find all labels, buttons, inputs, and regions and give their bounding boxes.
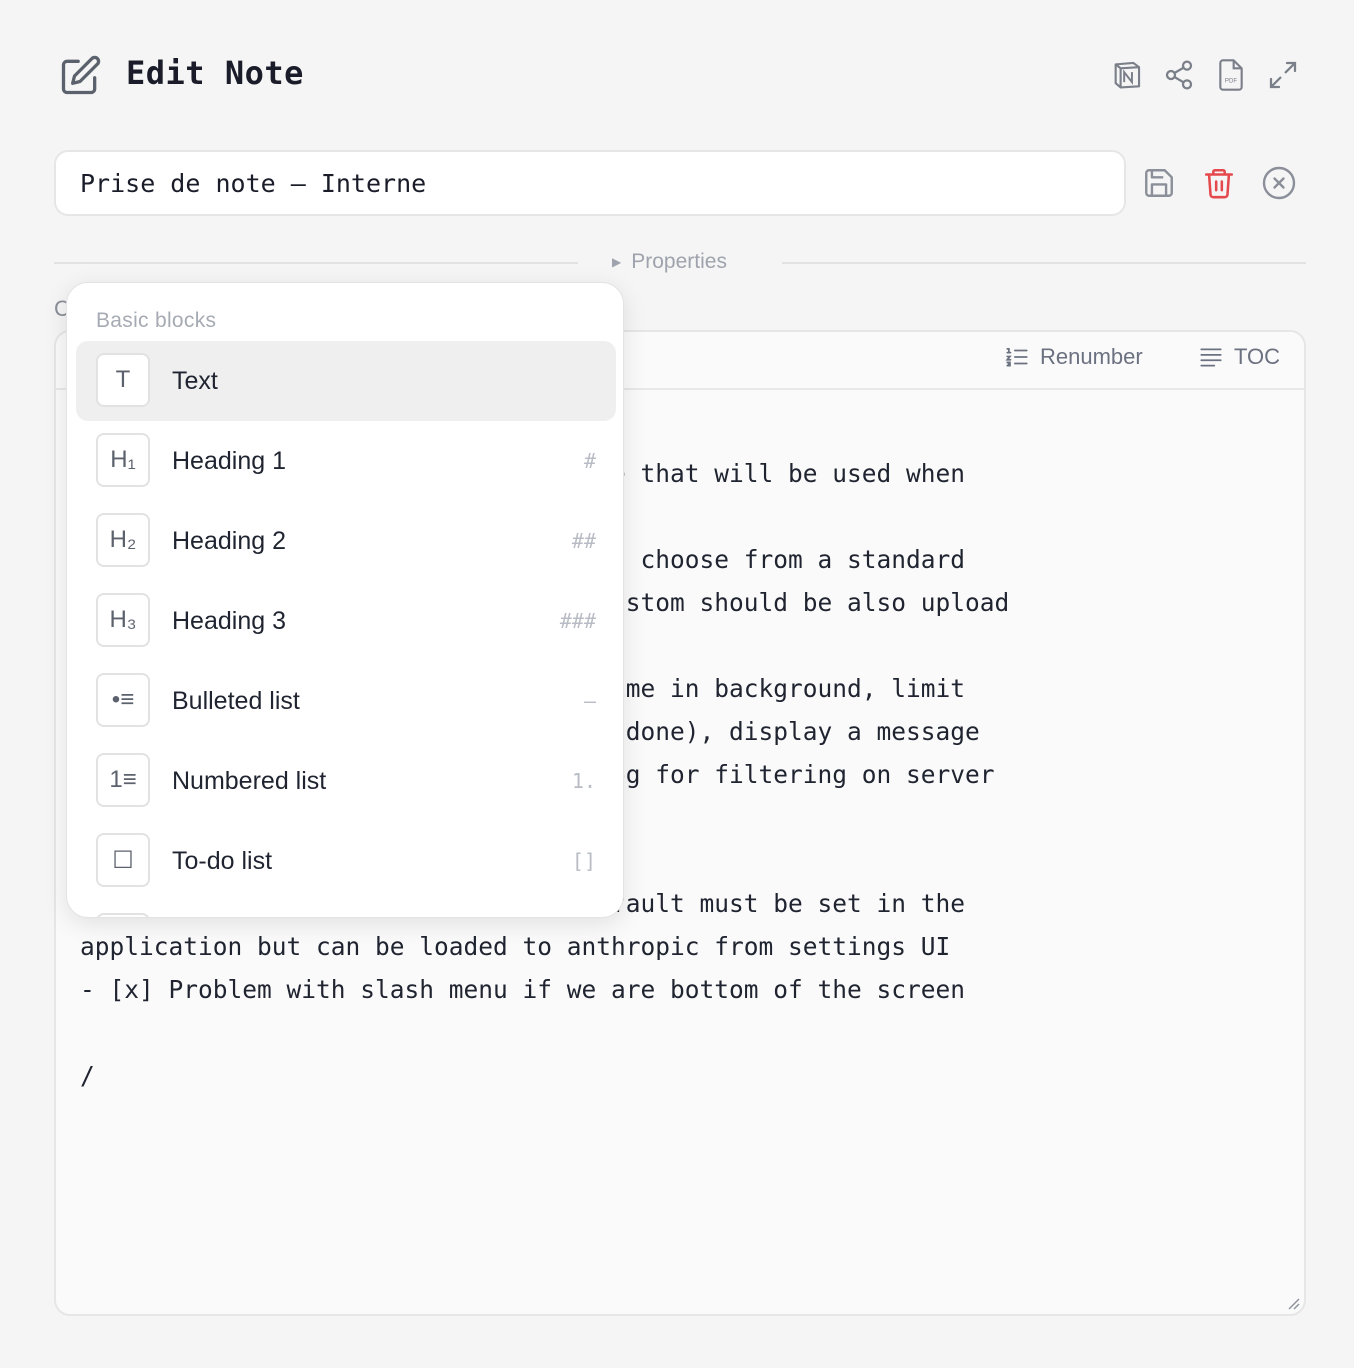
menu-item-label: Text (172, 367, 218, 395)
delete-button[interactable] (1200, 162, 1238, 204)
properties-label: Properties (631, 250, 727, 273)
expand-button[interactable] (1266, 56, 1300, 94)
svg-text:PDF: PDF (1225, 77, 1238, 84)
share-icon (1165, 60, 1193, 90)
renumber-label: Renumber (1040, 344, 1143, 369)
trash-icon (1204, 168, 1234, 199)
properties-toggle[interactable]: ▶ Properties (612, 250, 727, 274)
menu-item-shortcut: # (583, 449, 596, 473)
menu-item-bulleted-list[interactable]: •≡ Bulleted list – (76, 661, 616, 741)
pdf-export-button[interactable]: PDF (1214, 56, 1248, 94)
menu-item-shortcut: ## (571, 529, 596, 553)
menu-item-label: Heading 2 (172, 527, 286, 555)
block-type-icon: •≡ (96, 673, 150, 727)
properties-divider-right (782, 262, 1306, 264)
menu-item-heading-1[interactable]: H₁ Heading 1 # (76, 421, 616, 501)
menu-item-partial[interactable] (76, 901, 616, 917)
expand-icon (1269, 61, 1297, 89)
page-title: Edit Note (126, 54, 304, 92)
menu-item-heading-3[interactable]: H₃ Heading 3 ### (76, 581, 616, 661)
block-type-icon: 1≡ (96, 753, 150, 807)
toc-button[interactable]: TOC (1198, 344, 1280, 370)
close-button[interactable] (1260, 162, 1298, 204)
save-button[interactable] (1140, 162, 1178, 204)
resize-handle-icon[interactable] (1284, 1294, 1300, 1310)
menu-item-shortcut: ### (559, 609, 596, 633)
menu-item-label: Numbered list (172, 767, 327, 795)
block-type-icon: ☐ (96, 833, 150, 887)
renumber-button[interactable]: Renumber (1004, 344, 1143, 370)
save-icon (1145, 169, 1173, 197)
header-actions: PDF (1110, 56, 1300, 94)
slash-command-menu: Basic blocks T Text H₁ Heading 1 # H₂ Heading … (66, 282, 624, 918)
menu-item-shortcut: 1. (571, 769, 596, 793)
list-ordered-icon (1005, 348, 1028, 367)
toc-label: TOC (1234, 344, 1281, 369)
note-title-input[interactable] (54, 150, 1126, 216)
block-type-icon: H₃ (96, 593, 150, 647)
menu-item-label: To-do list (172, 847, 273, 875)
block-type-icon: T (96, 353, 150, 407)
properties-divider-left (54, 262, 578, 264)
block-type-icon: H₁ (96, 433, 150, 487)
close-circle-icon (1262, 166, 1296, 200)
menu-item-label: Heading 3 (172, 607, 286, 635)
toc-icon (1200, 348, 1222, 367)
notion-export-button[interactable] (1110, 56, 1144, 94)
caret-right-icon: ▶ (612, 255, 622, 269)
share-button[interactable] (1162, 56, 1196, 94)
block-type-icon (96, 913, 150, 917)
menu-item-text[interactable]: T Text (76, 341, 616, 421)
editor-line[interactable]: / (80, 1054, 1280, 1097)
pdf-icon: PDF (1219, 59, 1243, 91)
title-row-actions (1140, 162, 1298, 204)
menu-group-label: Basic blocks (96, 309, 217, 332)
menu-item-heading-2[interactable]: H₂ Heading 2 ## (76, 501, 616, 581)
block-type-icon: H₂ (96, 513, 150, 567)
menu-item-to-do-list[interactable]: ☐ To-do list [] (76, 821, 616, 901)
editor-line[interactable]: - [x] Problem with slash menu if we are … (80, 968, 1280, 1011)
edit-note-icon (61, 55, 101, 95)
notion-icon (1114, 61, 1141, 89)
menu-item-numbered-list[interactable]: 1≡ Numbered list 1. (76, 741, 616, 821)
menu-item-label: Heading 1 (172, 447, 286, 475)
menu-item-shortcut: [] (571, 849, 596, 873)
editor-line[interactable] (80, 1011, 1280, 1054)
menu-item-label: Bulleted list (172, 687, 300, 715)
editor-line[interactable]: application but can be loaded to anthrop… (80, 925, 1280, 968)
menu-item-shortcut: – (583, 689, 596, 713)
